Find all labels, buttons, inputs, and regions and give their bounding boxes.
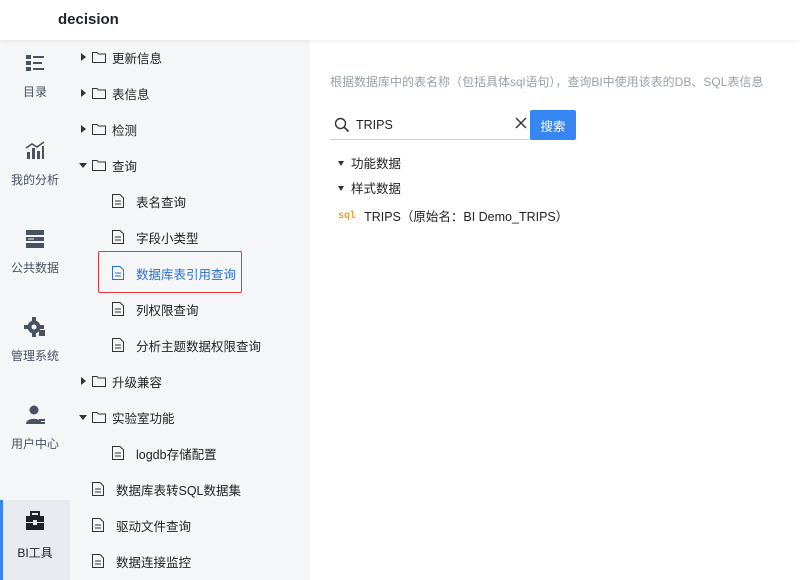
collapse-arrow-icon[interactable] [338, 185, 344, 191]
left-nav: 目录 我的分析 公共数据 管理系统 用户中心 BI工具 [0, 40, 70, 580]
nav-item-management[interactable]: 管理系统 [0, 304, 70, 384]
search-field[interactable]: TRIPS [330, 110, 530, 140]
tree-node-label: 查询 [112, 159, 138, 174]
expand-arrow-icon[interactable] [78, 376, 88, 386]
collapse-arrow-icon[interactable] [78, 160, 88, 170]
document-icon [112, 194, 124, 208]
tree-folder-lab[interactable]: 实验室功能 [78, 407, 175, 427]
nav-label: 公共数据 [10, 261, 59, 275]
collapse-arrow-icon[interactable] [338, 160, 344, 166]
page-description: 根据数据库中的表名称（包括具体sql语句），查询BI中使用该表的DB、SQL表信… [330, 75, 764, 89]
top-bar: decision [0, 0, 800, 40]
tree-item-field-subtype[interactable]: 字段小类型 [112, 227, 199, 247]
tree-folder-table-info[interactable]: 表信息 [78, 83, 150, 103]
nav-item-my-analysis[interactable]: 我的分析 [0, 128, 70, 208]
nav-label: 我的分析 [10, 173, 59, 187]
user-icon [26, 405, 45, 424]
nav-item-bi-tools[interactable]: BI工具 [0, 500, 70, 580]
active-indicator [0, 500, 3, 580]
folder-icon [92, 124, 106, 135]
folder-icon [92, 412, 106, 423]
tree-folder-update-info[interactable]: 更新信息 [78, 47, 162, 67]
gear-icon [24, 317, 45, 337]
tree-node-label: 列权限查询 [136, 303, 199, 318]
document-icon [112, 338, 124, 352]
tree-folder-upgrade-compat[interactable]: 升级兼容 [78, 371, 162, 391]
tree-node-label: 分析主题数据权限查询 [136, 339, 262, 354]
document-icon [112, 446, 124, 460]
result-group-label: 样式数据 [351, 182, 402, 196]
search-input[interactable]: TRIPS [356, 118, 393, 132]
nav-label: 管理系统 [10, 349, 59, 363]
nav-label: 用户中心 [10, 437, 59, 451]
tree-item-table-to-sql[interactable]: 数据库表转SQL数据集 [92, 479, 241, 499]
tree-node-label: 字段小类型 [136, 231, 199, 246]
folder-icon [92, 376, 106, 387]
toolbox-icon [26, 511, 44, 530]
tree-node-label: 表名查询 [136, 195, 187, 210]
catalog-icon [26, 55, 44, 71]
document-icon [92, 554, 104, 568]
nav-item-user-center[interactable]: 用户中心 [0, 392, 70, 472]
nav-item-catalog[interactable]: 目录 [0, 40, 70, 120]
tree-folder-query[interactable]: 查询 [78, 155, 137, 175]
expand-arrow-icon[interactable] [78, 124, 88, 134]
folder-icon [92, 88, 106, 99]
tree-node-label: 表信息 [112, 87, 150, 102]
search-button[interactable]: 搜索 [530, 110, 576, 140]
document-icon [92, 518, 104, 532]
tree-item-column-permission-query[interactable]: 列权限查询 [112, 299, 199, 319]
document-icon [112, 302, 124, 316]
collapse-arrow-icon[interactable] [78, 412, 88, 422]
nav-item-public-data[interactable]: 公共数据 [0, 216, 70, 296]
tree-node-label: 实验室功能 [112, 411, 175, 426]
sql-icon: sql [338, 210, 357, 221]
tree-node-label: logdb存储配置 [136, 447, 217, 462]
search-icon [334, 117, 350, 133]
database-icon [26, 230, 44, 248]
tree-node-label: 数据连接监控 [116, 555, 192, 570]
close-icon[interactable] [514, 116, 528, 130]
tree-item-logdb-config[interactable]: logdb存储配置 [112, 443, 217, 463]
tree-item-table-name-query[interactable]: 表名查询 [112, 191, 186, 211]
tree-folder-detect[interactable]: 检测 [78, 119, 137, 139]
expand-arrow-icon[interactable] [78, 52, 88, 62]
folder-icon [92, 52, 106, 63]
tree-item-driver-file-query[interactable]: 驱动文件查询 [92, 515, 191, 535]
result-group-label: 功能数据 [351, 157, 402, 171]
result-sql-item[interactable]: sql TRIPS（原始名：BI Demo_TRIPS） [338, 206, 568, 225]
tool-tree: 更新信息 表信息 检测 查询 表名查询 字段小类型 数据库表引用查询 列权限查询… [70, 40, 310, 580]
result-group-style-data[interactable]: 样式数据 [338, 178, 401, 197]
tree-node-label: 驱动文件查询 [116, 519, 192, 534]
folder-icon [92, 160, 106, 171]
highlight-annotation-box [98, 251, 242, 293]
tree-node-label: 更新信息 [112, 51, 163, 66]
main-panel: 根据数据库中的表名称（包括具体sql语句），查询BI中使用该表的DB、SQL表信… [310, 40, 800, 580]
tree-node-label: 升级兼容 [112, 375, 163, 390]
tree-item-subject-permission-query[interactable]: 分析主题数据权限查询 [112, 335, 261, 355]
nav-label: 目录 [22, 85, 47, 99]
result-item-label: TRIPS（原始名：BI Demo_TRIPS） [364, 210, 569, 224]
nav-label: BI工具 [17, 546, 53, 560]
document-icon [112, 230, 124, 244]
analysis-chart-icon [25, 141, 45, 159]
expand-arrow-icon[interactable] [78, 88, 88, 98]
result-group-function-data[interactable]: 功能数据 [338, 153, 401, 172]
app-title: decision [58, 11, 119, 28]
tree-node-label: 数据库表转SQL数据集 [116, 483, 242, 498]
tree-item-connection-monitor[interactable]: 数据连接监控 [92, 551, 191, 571]
tree-node-label: 检测 [112, 123, 138, 138]
document-icon [92, 482, 104, 496]
